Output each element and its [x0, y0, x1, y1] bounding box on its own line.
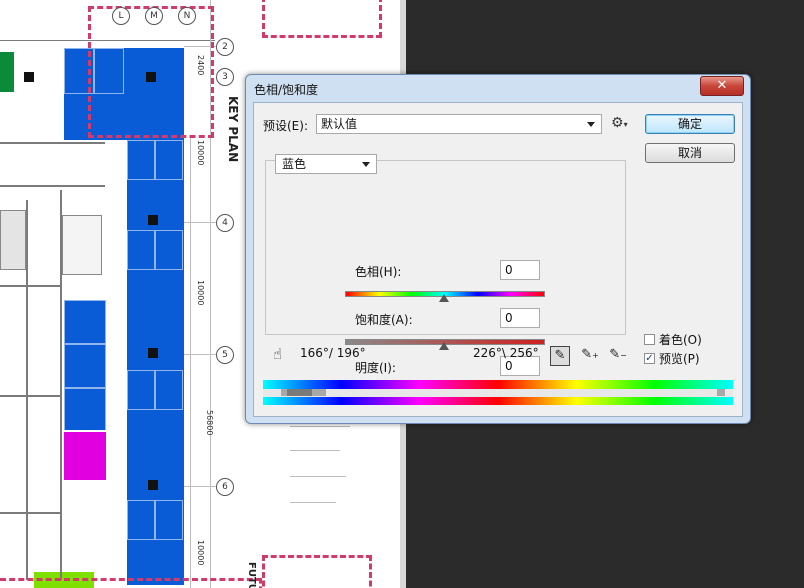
column — [24, 72, 34, 82]
dimension-label: 10000 — [196, 540, 205, 566]
cancel-button[interactable]: 取消 — [645, 143, 735, 163]
legend-line — [290, 502, 336, 503]
cubicle — [155, 500, 183, 540]
channel-dropdown[interactable]: 蓝色 — [275, 154, 377, 174]
column — [148, 348, 158, 358]
close-button[interactable]: ✕ — [700, 76, 744, 96]
cubicle — [127, 370, 155, 410]
hue-slider-thumb[interactable] — [439, 294, 449, 302]
dimension-label: 2400 — [196, 55, 205, 76]
channel-value: 蓝色 — [282, 157, 307, 171]
grid-bubble-l: L — [112, 7, 130, 25]
cubicle — [127, 230, 155, 270]
legend-line — [290, 476, 346, 477]
dimension-label: 10000 — [196, 140, 205, 166]
dialog-body: 预设(E): 默认值 ⚙▾ 确定 取消 蓝色 色相(H): 0 饱和度(A): … — [253, 102, 743, 417]
column — [148, 215, 158, 225]
saturation-input[interactable]: 0 — [500, 308, 540, 328]
dimension-label: 56800 — [205, 410, 214, 436]
grid-bubble-m: M — [145, 7, 163, 25]
close-icon: ✕ — [716, 78, 728, 93]
dimension-label: 10000 — [196, 280, 205, 306]
green-zone — [0, 52, 14, 92]
chevron-down-icon — [362, 162, 370, 167]
stair — [0, 210, 26, 270]
key-plan-label: KEY PLAN — [226, 96, 240, 163]
chevron-down-icon — [587, 122, 595, 127]
magenta-zone — [64, 432, 106, 480]
grid-bubble-2: 2 — [216, 38, 234, 56]
grid-line — [184, 222, 218, 223]
red-dashed-boundary — [0, 578, 262, 588]
red-dashed-boundary — [262, 0, 382, 38]
cubicle — [155, 140, 183, 180]
wall — [26, 200, 28, 580]
grid-line — [184, 354, 218, 355]
grid-bubble-4: 4 — [216, 214, 234, 232]
edit-group-box — [265, 160, 626, 335]
cubicle — [155, 370, 183, 410]
hue-label: 色相(H): — [355, 265, 402, 279]
settings-icon[interactable]: ⚙▾ — [611, 115, 628, 131]
saturation-slider-thumb[interactable] — [439, 342, 449, 350]
wall — [0, 185, 105, 187]
cubicle — [155, 230, 183, 270]
grid-line — [184, 486, 218, 487]
column — [148, 480, 158, 490]
wall — [0, 395, 60, 397]
legend-line — [290, 426, 350, 427]
room-cell — [64, 344, 106, 388]
wall — [0, 142, 105, 144]
lightness-input[interactable]: 0 — [500, 356, 540, 376]
room-cell — [64, 388, 106, 432]
wall — [0, 285, 60, 287]
preset-dropdown[interactable]: 默认值 — [316, 114, 602, 134]
preset-label: 预设(E): — [263, 119, 308, 133]
cubicle — [127, 140, 155, 180]
grid-bubble-n: N — [178, 7, 196, 25]
wall — [0, 512, 60, 514]
lightness-label: 明度(I): — [355, 361, 396, 375]
hue-input[interactable]: 0 — [500, 260, 540, 280]
dimension-line — [190, 135, 191, 588]
future-label: FUTUR — [246, 562, 257, 588]
grid-bubble-5: 5 — [216, 346, 234, 364]
dialog-title: 色相/饱和度 — [254, 83, 319, 97]
dialog-titlebar[interactable]: 色相/饱和度 ✕ — [246, 75, 750, 101]
cubicle — [127, 500, 155, 540]
room-cell — [64, 300, 106, 344]
ok-button[interactable]: 确定 — [645, 114, 735, 134]
hand-icon[interactable]: ☝ — [273, 345, 282, 363]
saturation-label: 饱和度(A): — [355, 313, 413, 327]
lightness-slider-thumb[interactable] — [439, 390, 449, 398]
hue-saturation-dialog: 色相/饱和度 ✕ 预设(E): 默认值 ⚙▾ 确定 取消 蓝色 色相(H): 0… — [245, 74, 751, 424]
grid-bubble-6: 6 — [216, 478, 234, 496]
elevator — [62, 215, 102, 275]
grid-bubble-3: 3 — [216, 68, 234, 86]
preset-value: 默认值 — [321, 117, 358, 131]
red-dashed-boundary — [262, 555, 372, 588]
legend-line — [290, 450, 340, 451]
